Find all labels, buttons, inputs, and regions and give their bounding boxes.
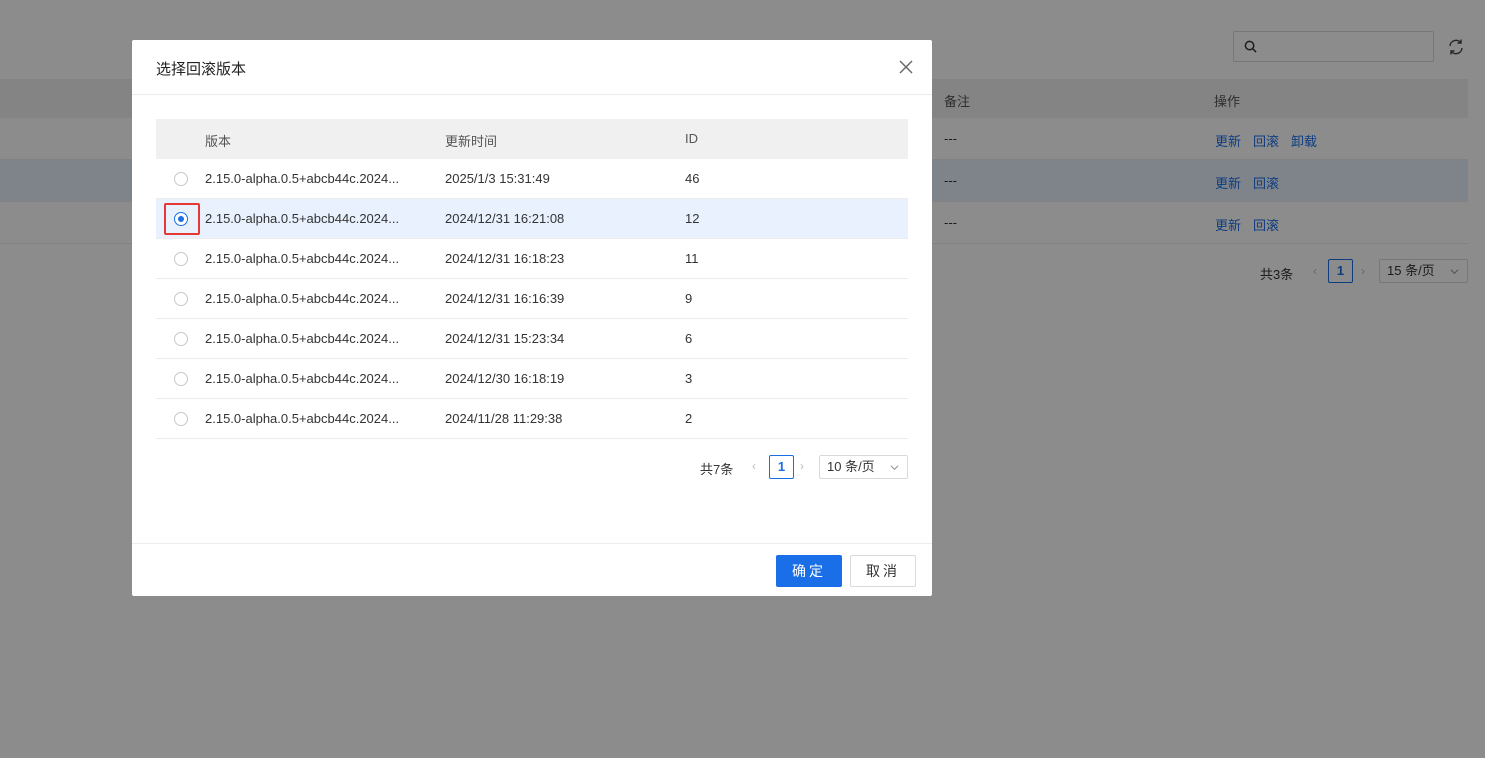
id-cell: 46 — [685, 171, 700, 186]
id-cell: 6 — [685, 331, 693, 346]
column-id: ID — [685, 131, 698, 146]
table-row[interactable]: 2.15.0-alpha.0.5+abcb44c.2024... 2025/1/… — [156, 159, 908, 199]
updated-cell: 2024/12/30 16:18:19 — [445, 371, 565, 386]
page-size-value: 10 条/页 — [827, 459, 875, 474]
row-radio[interactable] — [174, 252, 188, 266]
version-cell: 2.15.0-alpha.0.5+abcb44c.2024... — [205, 211, 400, 226]
row-radio[interactable] — [174, 172, 188, 186]
row-radio[interactable] — [174, 412, 188, 426]
version-table-header: 版本 更新时间 ID — [156, 119, 908, 159]
id-cell: 2 — [685, 411, 693, 426]
row-radio[interactable] — [174, 212, 188, 226]
version-cell: 2.15.0-alpha.0.5+abcb44c.2024... — [205, 251, 400, 266]
id-cell: 3 — [685, 371, 693, 386]
row-radio[interactable] — [174, 292, 188, 306]
version-cell: 2.15.0-alpha.0.5+abcb44c.2024... — [205, 371, 400, 386]
updated-cell: 2024/12/31 16:18:23 — [445, 251, 565, 266]
version-cell: 2.15.0-alpha.0.5+abcb44c.2024... — [205, 291, 400, 306]
table-row[interactable]: 2.15.0-alpha.0.5+abcb44c.2024... 2024/12… — [156, 199, 908, 239]
id-cell: 12 — [685, 211, 700, 226]
table-row[interactable]: 2.15.0-alpha.0.5+abcb44c.2024... 2024/11… — [156, 399, 908, 439]
rollback-version-dialog: 选择回滚版本 版本 更新时间 ID 2.15.0-alpha.0.5+abcb4… — [132, 40, 932, 596]
pagination-total: 共7条 — [700, 462, 734, 477]
updated-cell: 2024/11/28 11:29:38 — [445, 411, 563, 426]
close-icon[interactable] — [897, 58, 915, 76]
dialog-header: 选择回滚版本 — [132, 40, 932, 95]
version-cell: 2.15.0-alpha.0.5+abcb44c.2024... — [205, 411, 400, 426]
version-table: 版本 更新时间 ID 2.15.0-alpha.0.5+abcb44c.2024… — [156, 119, 908, 439]
row-radio[interactable] — [174, 372, 188, 386]
updated-cell: 2024/12/31 15:23:34 — [445, 331, 565, 346]
table-row[interactable]: 2.15.0-alpha.0.5+abcb44c.2024... 2024/12… — [156, 279, 908, 319]
page-size-select[interactable]: 10 条/页 — [819, 455, 908, 479]
updated-cell: 2025/1/3 15:31:49 — [445, 171, 550, 186]
row-radio[interactable] — [174, 332, 188, 346]
version-cell: 2.15.0-alpha.0.5+abcb44c.2024... — [205, 171, 400, 186]
page-number[interactable]: 1 — [769, 455, 794, 479]
id-cell: 9 — [685, 291, 693, 306]
cancel-button[interactable]: 取消 — [850, 555, 916, 587]
prev-page-icon[interactable]: ‹ — [752, 459, 756, 473]
id-cell: 11 — [685, 251, 699, 266]
dialog-footer: 确定 取消 — [132, 543, 932, 596]
version-cell: 2.15.0-alpha.0.5+abcb44c.2024... — [205, 331, 400, 346]
updated-cell: 2024/12/31 16:16:39 — [445, 291, 565, 306]
chevron-down-icon — [890, 465, 899, 471]
next-page-icon[interactable]: › — [800, 459, 804, 473]
confirm-button[interactable]: 确定 — [776, 555, 842, 587]
column-updated: 更新时间 — [445, 134, 498, 149]
dialog-title: 选择回滚版本 — [156, 61, 247, 78]
table-row[interactable]: 2.15.0-alpha.0.5+abcb44c.2024... 2024/12… — [156, 239, 908, 279]
table-row[interactable]: 2.15.0-alpha.0.5+abcb44c.2024... 2024/12… — [156, 319, 908, 359]
column-version: 版本 — [205, 134, 232, 149]
table-row[interactable]: 2.15.0-alpha.0.5+abcb44c.2024... 2024/12… — [156, 359, 908, 399]
updated-cell: 2024/12/31 16:21:08 — [445, 211, 565, 226]
